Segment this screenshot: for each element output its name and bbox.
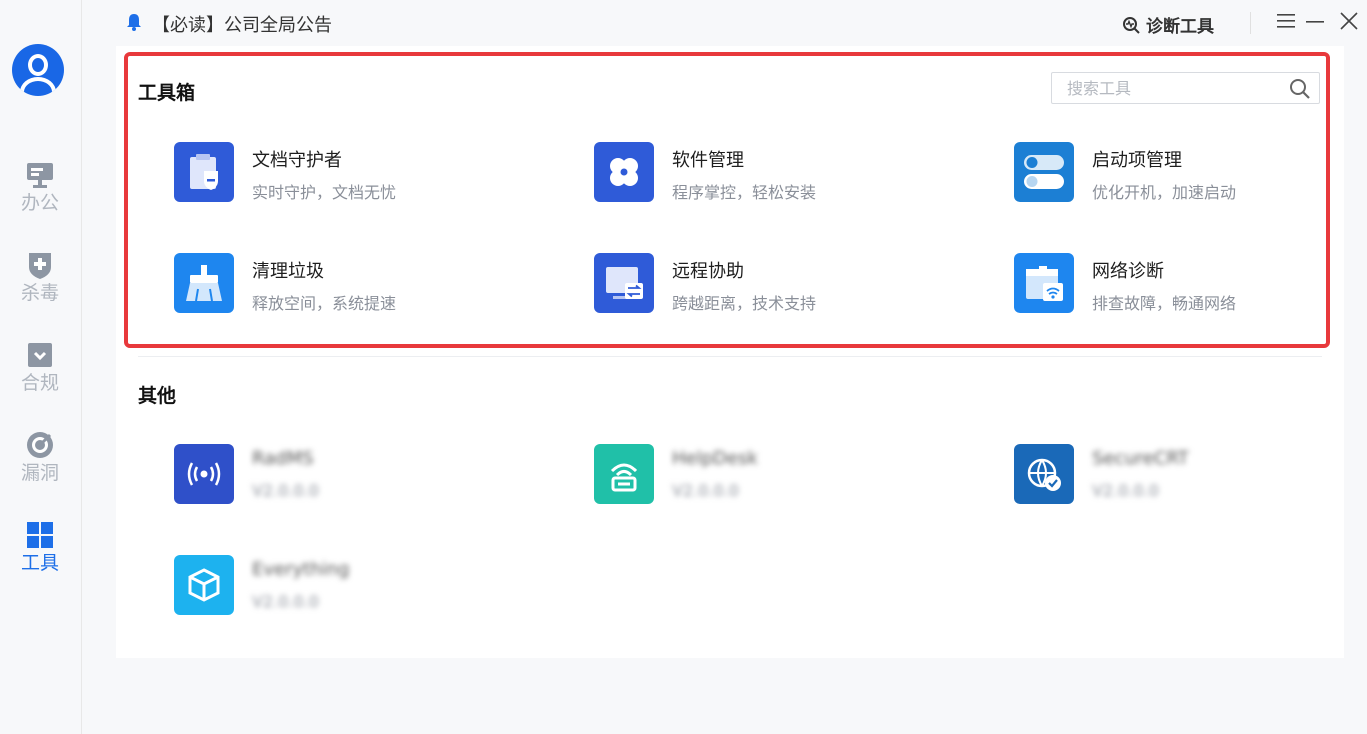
sidebar-item-label: 合规 xyxy=(20,372,59,394)
tool-clean-junk[interactable]: 清理垃圾 释放空间，系统提速 xyxy=(174,253,534,315)
monitor-icon xyxy=(25,160,55,190)
sidebar-item-label: 工具 xyxy=(20,552,59,574)
app-helpdesk[interactable]: HelpDesk V2.0.0.0 xyxy=(594,444,954,506)
tool-name: 远程协助 xyxy=(672,261,744,282)
user-avatar[interactable] xyxy=(12,44,64,96)
clover-icon xyxy=(594,142,654,202)
app-securecrt[interactable]: SecureCRT V2.0.0.0 xyxy=(1014,444,1367,506)
tool-name: 网络诊断 xyxy=(1092,261,1164,282)
network-icon xyxy=(1014,253,1074,313)
tool-startup-management[interactable]: 启动项管理 优化开机，加速启动 xyxy=(1014,142,1367,204)
app-version: V2.0.0.0 xyxy=(1092,481,1159,500)
tool-name: 文档守护者 xyxy=(252,150,342,171)
tool-description: 释放空间，系统提速 xyxy=(252,294,397,313)
bell-icon xyxy=(126,13,142,36)
app-radms[interactable]: RadMS V2.0.0.0 xyxy=(174,444,534,506)
document-shield-icon xyxy=(174,142,234,202)
tool-document-guardian[interactable]: 文档守护者 实时守护，文档无忧 xyxy=(174,142,534,204)
announcement-text: 【必读】公司全局公告 xyxy=(152,15,332,36)
sidebar-item-label: 漏洞 xyxy=(20,462,59,484)
app-name: SecureCRT xyxy=(1092,448,1189,469)
app-version: V2.0.0.0 xyxy=(252,592,319,611)
tool-name: 启动项管理 xyxy=(1092,150,1182,171)
sidebar: 办公 杀毒 合规 漏洞 工具 xyxy=(0,0,82,734)
menu-icon xyxy=(1277,14,1295,28)
sidebar-item-office[interactable]: 办公 xyxy=(0,160,80,230)
sidebar-item-vulnerability[interactable]: 漏洞 xyxy=(0,430,80,500)
others-title: 其他 xyxy=(138,385,177,407)
remote-screen-icon xyxy=(594,253,654,313)
diagnose-tool-button[interactable]: 诊断工具 xyxy=(1122,12,1214,37)
sidebar-item-compliance[interactable]: 合规 xyxy=(0,340,80,410)
diagnose-icon xyxy=(1123,16,1140,34)
menu-button[interactable] xyxy=(1275,10,1297,32)
tool-remote-assistance[interactable]: 远程协助 跨越距离，技术支持 xyxy=(594,253,954,315)
sidebar-item-label: 杀毒 xyxy=(20,282,59,304)
tool-name: 软件管理 xyxy=(672,150,744,171)
sidebar-item-label: 办公 xyxy=(20,192,59,214)
tool-search-box[interactable] xyxy=(1051,72,1320,104)
announcement-link[interactable]: 【必读】公司全局公告 xyxy=(126,11,332,37)
checkbox-icon xyxy=(25,340,55,370)
toolbar-divider xyxy=(1250,12,1251,34)
minimize-icon xyxy=(1306,21,1324,23)
app-everything[interactable]: Everything V2.0.0.0 xyxy=(174,555,534,617)
toggle-icon xyxy=(1014,142,1074,202)
top-bar: 【必读】公司全局公告 诊断工具 xyxy=(82,0,1367,46)
app-version: V2.0.0.0 xyxy=(252,481,319,500)
app-name: Everything xyxy=(252,559,350,580)
app-version: V2.0.0.0 xyxy=(672,481,739,500)
shield-plus-icon xyxy=(25,250,55,280)
section-divider xyxy=(138,356,1322,357)
tool-network-diagnosis[interactable]: 网络诊断 排查故障，畅通网络 xyxy=(1014,253,1367,315)
globe-check-icon xyxy=(1014,444,1074,504)
toolbox-title: 工具箱 xyxy=(138,82,196,104)
app-name: HelpDesk xyxy=(672,448,758,469)
radar-icon xyxy=(25,430,55,460)
avatar-body-shape xyxy=(20,77,56,96)
search-input[interactable] xyxy=(1052,73,1272,103)
tool-software-management[interactable]: 软件管理 程序掌控，轻松安装 xyxy=(594,142,954,204)
broadcast-icon xyxy=(174,444,234,504)
tool-description: 优化开机，加速启动 xyxy=(1092,183,1237,202)
close-button[interactable] xyxy=(1338,10,1360,32)
tool-description: 排查故障，畅通网络 xyxy=(1092,294,1237,313)
diagnose-tool-label: 诊断工具 xyxy=(1146,17,1214,37)
grid-icon xyxy=(25,520,55,550)
tool-description: 程序掌控，轻松安装 xyxy=(672,183,817,202)
close-icon xyxy=(1340,12,1358,30)
tool-description: 实时守护，文档无忧 xyxy=(252,183,397,202)
minimize-button[interactable] xyxy=(1304,10,1326,32)
sidebar-item-antivirus[interactable]: 杀毒 xyxy=(0,250,80,320)
app-name: RadMS xyxy=(252,448,314,469)
router-icon xyxy=(594,444,654,504)
tool-name: 清理垃圾 xyxy=(252,261,324,282)
avatar-head-shape xyxy=(28,54,48,76)
tool-description: 跨越距离，技术支持 xyxy=(672,294,817,313)
search-icon[interactable] xyxy=(1289,78,1311,104)
cube-icon xyxy=(174,555,234,615)
broom-icon xyxy=(174,253,234,313)
sidebar-item-tools[interactable]: 工具 xyxy=(0,520,80,590)
